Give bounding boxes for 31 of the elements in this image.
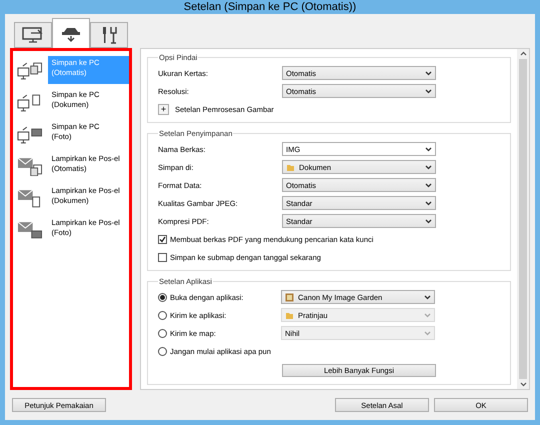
caret-icon: [425, 200, 432, 206]
tools-icon: [100, 26, 118, 44]
checkbox[interactable]: [158, 234, 167, 244]
caret-icon: [425, 70, 432, 76]
monitor-icon: [22, 27, 44, 43]
caret-icon: [425, 218, 432, 224]
mail-icon: [17, 156, 44, 176]
caret-icon: [425, 164, 432, 170]
app-icon: [285, 292, 294, 302]
mail-icon: [17, 220, 44, 240]
computer-icon: [17, 124, 44, 144]
folder-icon: [285, 310, 294, 320]
expand-button[interactable]: +: [158, 104, 169, 114]
caret-icon: [425, 182, 432, 188]
caret-icon: [424, 330, 431, 336]
scroll-down-icon[interactable]: [520, 382, 526, 387]
caret-icon: [424, 312, 431, 318]
tab[interactable]: [14, 22, 52, 48]
caret-icon: [424, 294, 431, 300]
scanner-icon: [61, 26, 81, 42]
caret-icon: [425, 88, 432, 94]
tab[interactable]: [52, 18, 90, 48]
radio-button[interactable]: [158, 292, 167, 302]
radio-button[interactable]: [158, 346, 167, 356]
caret-icon: [425, 146, 432, 152]
scroll-up-icon[interactable]: [520, 51, 526, 56]
computer-icon: [17, 60, 44, 80]
checkbox[interactable]: [158, 252, 167, 262]
window-title: Setelan (Simpan ke PC (Otomatis)): [182, 0, 358, 14]
folder-icon: [286, 162, 295, 172]
tab[interactable]: [90, 22, 128, 48]
